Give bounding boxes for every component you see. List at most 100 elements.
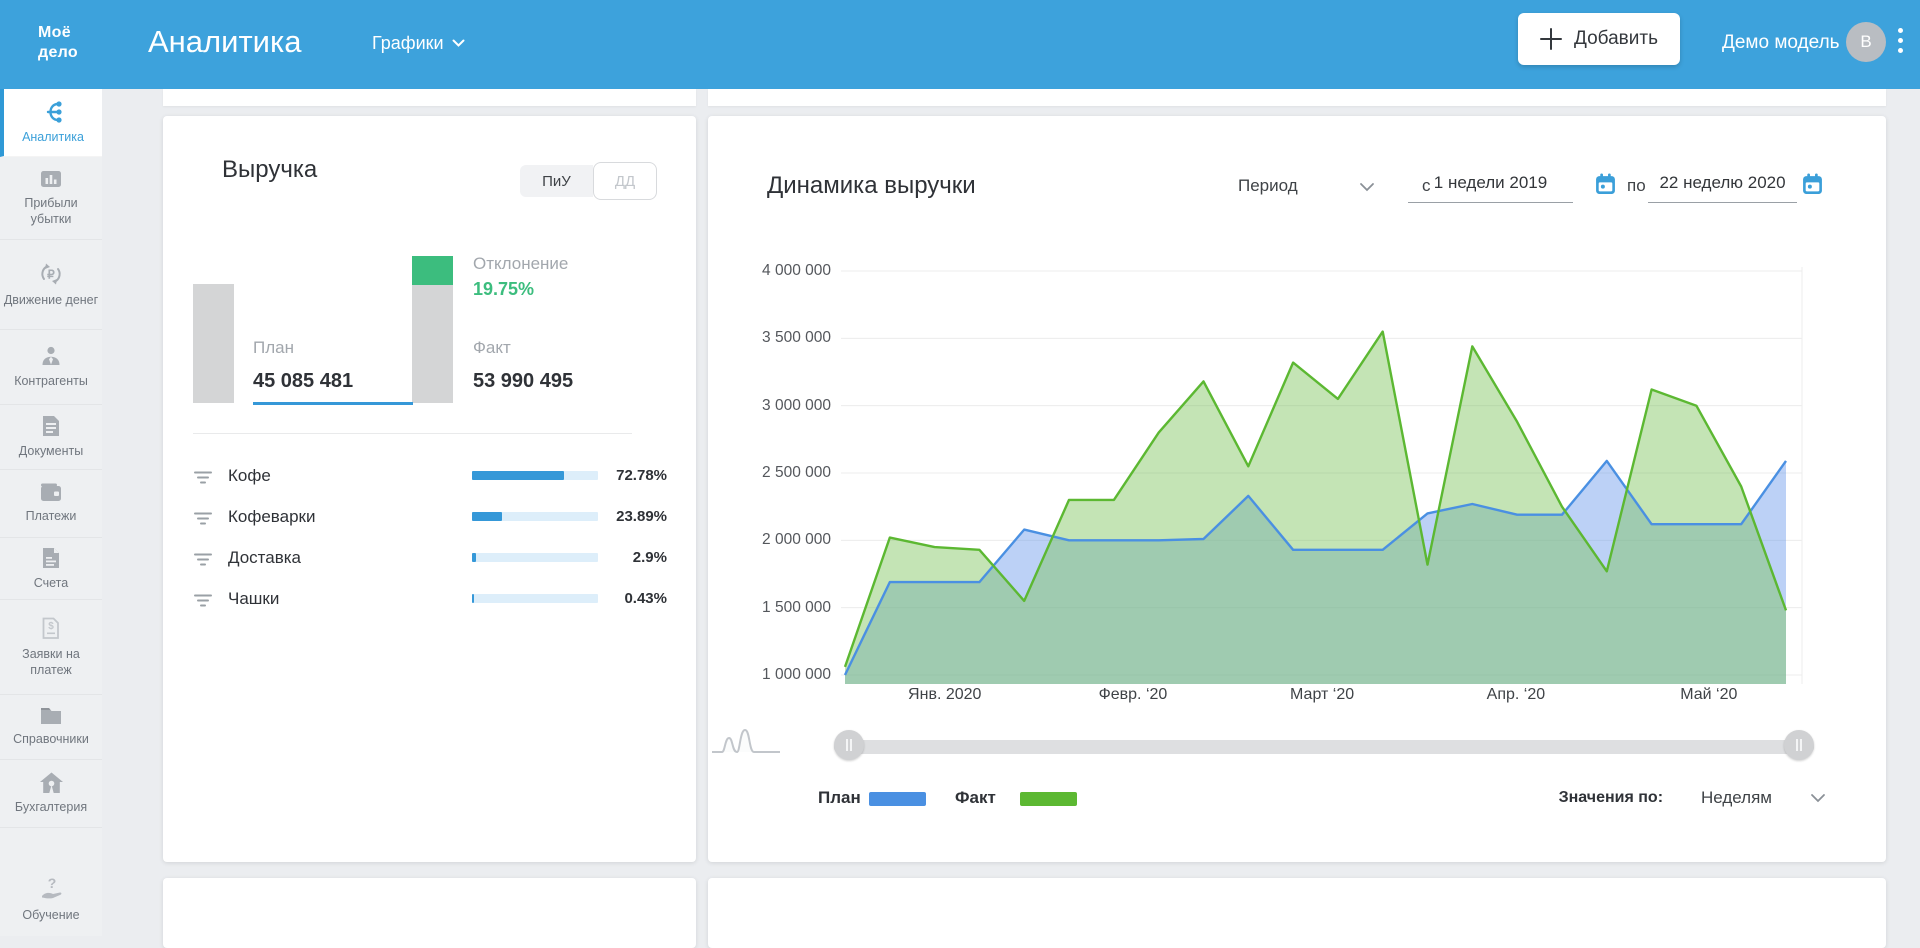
breakdown-row[interactable]: Кофе 72.78% bbox=[163, 458, 696, 498]
sidebar-item-profit-loss[interactable]: Прибыли убытки bbox=[0, 157, 102, 240]
sidebar-item-invoices[interactable]: Счета bbox=[0, 538, 102, 600]
plan-input-underline bbox=[253, 402, 413, 405]
sidebar-item-label: Прибыли убытки bbox=[3, 196, 99, 227]
y-tick-label: 1 500 000 bbox=[716, 599, 831, 617]
chevron-down-icon[interactable] bbox=[1359, 182, 1375, 192]
sidebar: Аналитика Прибыли убытки ₽ Движение дене… bbox=[0, 89, 102, 936]
sidebar-item-accounting[interactable]: Бухгалтерия bbox=[0, 760, 102, 828]
divider bbox=[193, 433, 632, 434]
values-by-dropdown[interactable]: Неделям bbox=[1701, 788, 1772, 808]
sidebar-item-label: Справочники bbox=[3, 732, 99, 748]
date-from-value: 1 недели 2019 bbox=[1434, 173, 1547, 192]
add-button[interactable]: Добавить bbox=[1518, 13, 1680, 65]
funnel-icon bbox=[193, 511, 213, 526]
dynamics-card-title: Динамика выручки bbox=[767, 172, 976, 200]
charts-dropdown[interactable]: Графики bbox=[372, 33, 465, 54]
sidebar-item-money-flow[interactable]: ₽ Движение денег bbox=[0, 240, 102, 330]
range-slider-track[interactable] bbox=[834, 740, 1814, 754]
funnel-icon bbox=[193, 470, 213, 485]
period-dropdown[interactable]: Период bbox=[1238, 176, 1298, 196]
breakdown-bar-fill bbox=[472, 553, 476, 562]
toggle-dd-button[interactable]: ДД bbox=[593, 162, 657, 200]
directories-icon bbox=[39, 706, 63, 726]
sidebar-item-label: Контрагенты bbox=[3, 374, 99, 390]
plan-bar bbox=[193, 284, 234, 403]
legend-plan-label: План bbox=[818, 788, 861, 808]
account-name[interactable]: Демо модель bbox=[1722, 32, 1840, 54]
range-slider-handle-right[interactable] bbox=[1784, 730, 1814, 760]
range-slider-handle-left[interactable] bbox=[834, 730, 864, 760]
x-tick-label: Май ‘20 bbox=[1680, 686, 1737, 704]
logo-line2: дело bbox=[38, 43, 78, 63]
sidebar-item-payments[interactable]: Платежи bbox=[0, 470, 102, 538]
calendar-icon[interactable] bbox=[1595, 173, 1616, 195]
breakdown-percent: 0.43% bbox=[543, 590, 667, 607]
x-tick-label: Февр. ‘20 bbox=[1099, 686, 1168, 704]
moedelo-logo[interactable]: Моё дело bbox=[38, 23, 78, 63]
legend-plan-swatch bbox=[869, 792, 926, 806]
sidebar-item-analytics[interactable]: Аналитика bbox=[0, 89, 102, 157]
avatar[interactable]: В bbox=[1846, 22, 1886, 62]
sidebar-item-directories[interactable]: Справочники bbox=[0, 695, 102, 760]
x-tick-label: Янв. 2020 bbox=[908, 686, 981, 704]
analytics-icon bbox=[40, 100, 66, 124]
breakdown-row[interactable]: Кофеварки 23.89% bbox=[163, 499, 696, 539]
add-button-label: Добавить bbox=[1574, 28, 1658, 50]
sidebar-item-label: Бухгалтерия bbox=[3, 800, 99, 816]
sidebar-item-label: Движение денег bbox=[3, 293, 99, 309]
svg-text:?: ? bbox=[48, 876, 57, 891]
scrolled-card-edge bbox=[708, 89, 1886, 106]
y-tick-label: 3 500 000 bbox=[716, 329, 831, 347]
breakdown-row[interactable]: Чашки 0.43% bbox=[163, 581, 696, 621]
sidebar-item-label: Заявки на платеж bbox=[3, 647, 99, 678]
toggle-piu-button[interactable]: ПиУ bbox=[520, 165, 593, 197]
funnel-icon bbox=[193, 593, 213, 608]
page-title: Аналитика bbox=[148, 24, 301, 60]
sidebar-item-payment-requests[interactable]: $ Заявки на платеж bbox=[0, 600, 102, 695]
fact-value: 53 990 495 bbox=[473, 370, 573, 393]
mini-chart-icon bbox=[710, 722, 782, 758]
fact-bar bbox=[412, 285, 453, 403]
revenue-card: Выручка ПиУ ДД План 45 085 481 Отклонени… bbox=[163, 116, 696, 862]
date-to-value: 22 неделю 2020 bbox=[1659, 173, 1785, 192]
breakdown-percent: 23.89% bbox=[543, 508, 667, 525]
breakdown-row[interactable]: Доставка 2.9% bbox=[163, 540, 696, 580]
sidebar-item-label: Документы bbox=[3, 444, 99, 460]
date-to-input[interactable]: 22 неделю 2020 bbox=[1648, 173, 1797, 203]
deviation-label: Отклонение bbox=[473, 254, 568, 274]
y-tick-label: 2 500 000 bbox=[716, 464, 831, 482]
breakdown-percent: 72.78% bbox=[543, 467, 667, 484]
sidebar-item-education[interactable]: ? Обучение bbox=[0, 862, 102, 937]
date-from-input[interactable]: 1 недели 2019 bbox=[1408, 173, 1573, 203]
chevron-down-icon[interactable] bbox=[1810, 793, 1826, 803]
education-icon: ? bbox=[38, 876, 64, 902]
values-by-label: Значения по: bbox=[1559, 789, 1663, 807]
revenue-dynamics-card: Динамика выручки Период с 1 недели 2019 … bbox=[708, 116, 1886, 862]
sidebar-item-label: Платежи bbox=[3, 509, 99, 525]
x-tick-label: Апр. ‘20 bbox=[1487, 686, 1545, 704]
sidebar-item-label: Обучение bbox=[3, 908, 99, 924]
payment-request-icon: $ bbox=[40, 616, 62, 641]
payments-icon bbox=[39, 482, 63, 503]
kebab-menu-icon[interactable] bbox=[1898, 28, 1903, 53]
documents-icon bbox=[40, 414, 62, 438]
money-flow-icon: ₽ bbox=[38, 261, 64, 287]
fact-label: Факт bbox=[473, 338, 511, 358]
legend-fact-label: Факт bbox=[955, 788, 996, 808]
plan-value[interactable]: 45 085 481 bbox=[253, 370, 353, 393]
counterparties-icon bbox=[39, 344, 63, 368]
sidebar-item-counterparties[interactable]: Контрагенты bbox=[0, 330, 102, 405]
calendar-icon[interactable] bbox=[1802, 173, 1823, 195]
breakdown-percent: 2.9% bbox=[543, 549, 667, 566]
sidebar-item-documents[interactable]: Документы bbox=[0, 405, 102, 470]
breakdown-bar-fill bbox=[472, 512, 502, 521]
fact-bar-excess bbox=[412, 256, 453, 285]
accounting-icon bbox=[39, 771, 64, 794]
scrolled-card-edge bbox=[163, 89, 696, 106]
legend-fact-swatch bbox=[1020, 792, 1077, 806]
top-header: Моё дело Аналитика Графики Добавить Демо… bbox=[0, 0, 1920, 89]
y-tick-label: 2 000 000 bbox=[716, 531, 831, 549]
y-tick-label: 1 000 000 bbox=[716, 666, 831, 684]
next-row-card-left bbox=[163, 878, 696, 948]
y-tick-label: 4 000 000 bbox=[716, 262, 831, 280]
